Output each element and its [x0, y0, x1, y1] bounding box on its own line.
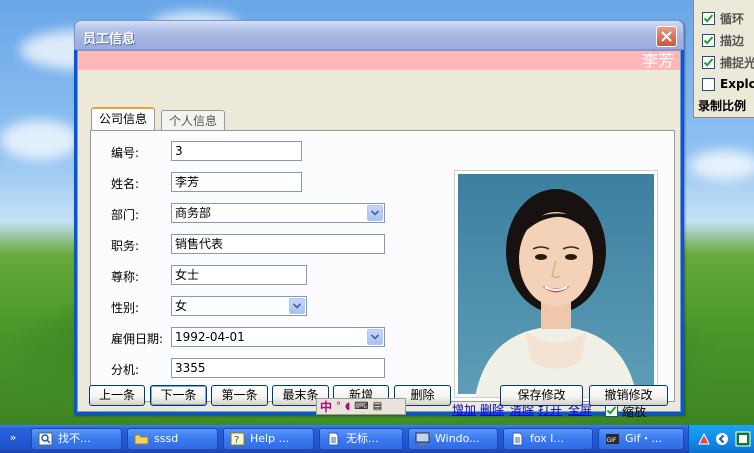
side-option-loop[interactable]: 循环 [702, 9, 744, 27]
search-icon [38, 432, 53, 446]
side-option-label: 循环 [720, 11, 745, 26]
name-field[interactable]: 李芳 [171, 172, 302, 192]
job-title-label: 职务: [111, 239, 140, 253]
chevron-down-icon[interactable] [367, 329, 383, 345]
job-title-field[interactable]: 销售代表 [171, 234, 385, 254]
window-client-area: 李芳 公司信息 个人信息 编号: 3 姓名: 李芳 部门: 商务部 职务: 销售… [77, 50, 681, 419]
taskbar-item[interactable]: Windo... [408, 428, 498, 450]
company-info-panel: 编号: 3 姓名: 李芳 部门: 商务部 职务: 销售代表 尊称: 女士 性别:… [90, 130, 675, 419]
tab-personal-info[interactable]: 个人信息 [161, 110, 226, 131]
courtesy-field[interactable]: 女士 [171, 265, 307, 285]
name-banner: 李芳 [78, 51, 680, 70]
taskbar-item[interactable]: 找不... [31, 428, 122, 450]
folder-icon [134, 434, 149, 445]
taskbar-item[interactable]: fox l... [503, 428, 593, 450]
extension-field[interactable]: 3355 [171, 358, 385, 378]
next-record-button[interactable]: 下一条 [150, 385, 207, 406]
photo-add-link[interactable]: 增加 [452, 401, 476, 418]
employee-info-window: 员工信息 李芳 公司信息 个人信息 编号: 3 姓名: 李芳 部门: 商务部 职… [74, 20, 684, 419]
extension-label: 分机: [111, 363, 140, 377]
tab-company-info[interactable]: 公司信息 [91, 107, 156, 130]
courtesy-label: 尊称: [111, 270, 140, 284]
banner-employee-name: 李芳 [641, 51, 674, 70]
checkbox-capture-light[interactable] [702, 55, 715, 69]
side-option-label: 捕捉光 [720, 55, 754, 70]
document-icon [512, 432, 523, 446]
employee-photo [458, 174, 654, 397]
taskbar-item-label: Gif・... [625, 432, 662, 445]
taskbar-item-label: 找不... [58, 432, 91, 445]
department-select[interactable]: 商务部 [171, 203, 385, 223]
ime-halfwidth-icon[interactable]: ◖ [345, 401, 350, 412]
chevron-down-icon[interactable] [289, 298, 305, 314]
network-icon[interactable] [697, 432, 711, 446]
gender-label: 性别: [111, 301, 140, 315]
side-option-capture-light[interactable]: 捕捉光 [702, 53, 754, 71]
svg-text:GIF: GIF [607, 437, 617, 444]
taskbar-item[interactable]: GIF Gif・... [598, 428, 684, 450]
hire-date-picker[interactable]: 1992-04-01 [171, 327, 385, 347]
side-option-label: 描边 [720, 33, 745, 48]
taskbar-item[interactable]: ? Help ... [223, 428, 314, 450]
checkbox-explo[interactable] [702, 77, 715, 91]
gif-icon: GIF [606, 434, 619, 444]
close-icon [661, 31, 672, 42]
department-label: 部门: [111, 208, 140, 222]
id-field[interactable]: 3 [171, 141, 302, 161]
help-icon: ? [230, 432, 245, 446]
chevron-left-icon[interactable] [715, 432, 729, 446]
taskbar-item[interactable]: sssd [127, 428, 218, 450]
window-title: 员工信息 [83, 32, 136, 47]
taskbar-item[interactable]: 无标... [319, 428, 403, 450]
checkbox-loop[interactable] [702, 11, 715, 25]
prev-record-button[interactable]: 上一条 [89, 385, 145, 406]
svg-text:?: ? [234, 435, 239, 446]
side-option-explo[interactable]: Explo [702, 75, 754, 93]
record-ratio-label: 录制比例 [698, 98, 747, 113]
taskbar-item-label: Help ... [250, 432, 290, 445]
computer-icon [415, 432, 430, 445]
document-icon [328, 432, 339, 446]
side-option-label: Explo [720, 77, 754, 91]
side-panel-footer: 录制比例 [698, 96, 746, 114]
hire-date-label: 雇佣日期: [111, 332, 164, 346]
ime-punctuation-icon[interactable]: ° [336, 401, 341, 412]
department-value: 商务部 [175, 206, 212, 220]
system-tray [688, 425, 754, 453]
employee-photo-frame [454, 170, 658, 398]
save-changes-button[interactable]: 保存修改 [500, 385, 583, 406]
first-record-button[interactable]: 第一条 [211, 385, 268, 406]
ime-keyboard-icon[interactable]: ⌨ [354, 401, 368, 412]
ime-toolbar[interactable]: 中 ° ◖ ⌨ ▤ [316, 398, 406, 415]
chevron-down-icon[interactable] [367, 205, 383, 221]
undo-changes-button[interactable]: 撤销修改 [589, 385, 668, 406]
app-tray-icon[interactable] [735, 431, 751, 447]
taskbar-item-label: fox l... [530, 432, 564, 445]
ime-mode-indicator[interactable]: 中 [320, 398, 332, 415]
side-option-stroke[interactable]: 描边 [702, 31, 744, 49]
gender-select[interactable]: 女 [171, 296, 307, 316]
taskbar: » 找不... sssd ? Help ... 无标... Windo... f… [0, 425, 754, 453]
gender-value: 女 [175, 299, 188, 313]
window-titlebar[interactable]: 员工信息 [74, 20, 684, 50]
name-label: 姓名: [111, 177, 140, 191]
side-options-panel: ▔▔▔ 循环 描边 捕捉光 Explo 录制比例 [693, 0, 754, 118]
quick-launch-expand-icon[interactable]: » [0, 425, 26, 453]
checkbox-stroke[interactable] [702, 33, 715, 47]
close-button[interactable] [656, 26, 677, 47]
taskbar-item-label: Windo... [435, 432, 480, 445]
hire-date-value: 1992-04-01 [175, 330, 245, 344]
ime-menu-icon[interactable]: ▤ [373, 401, 382, 412]
taskbar-item-label: sssd [154, 432, 179, 445]
taskbar-item-label: 无标... [346, 432, 379, 445]
id-label: 编号: [111, 146, 140, 160]
